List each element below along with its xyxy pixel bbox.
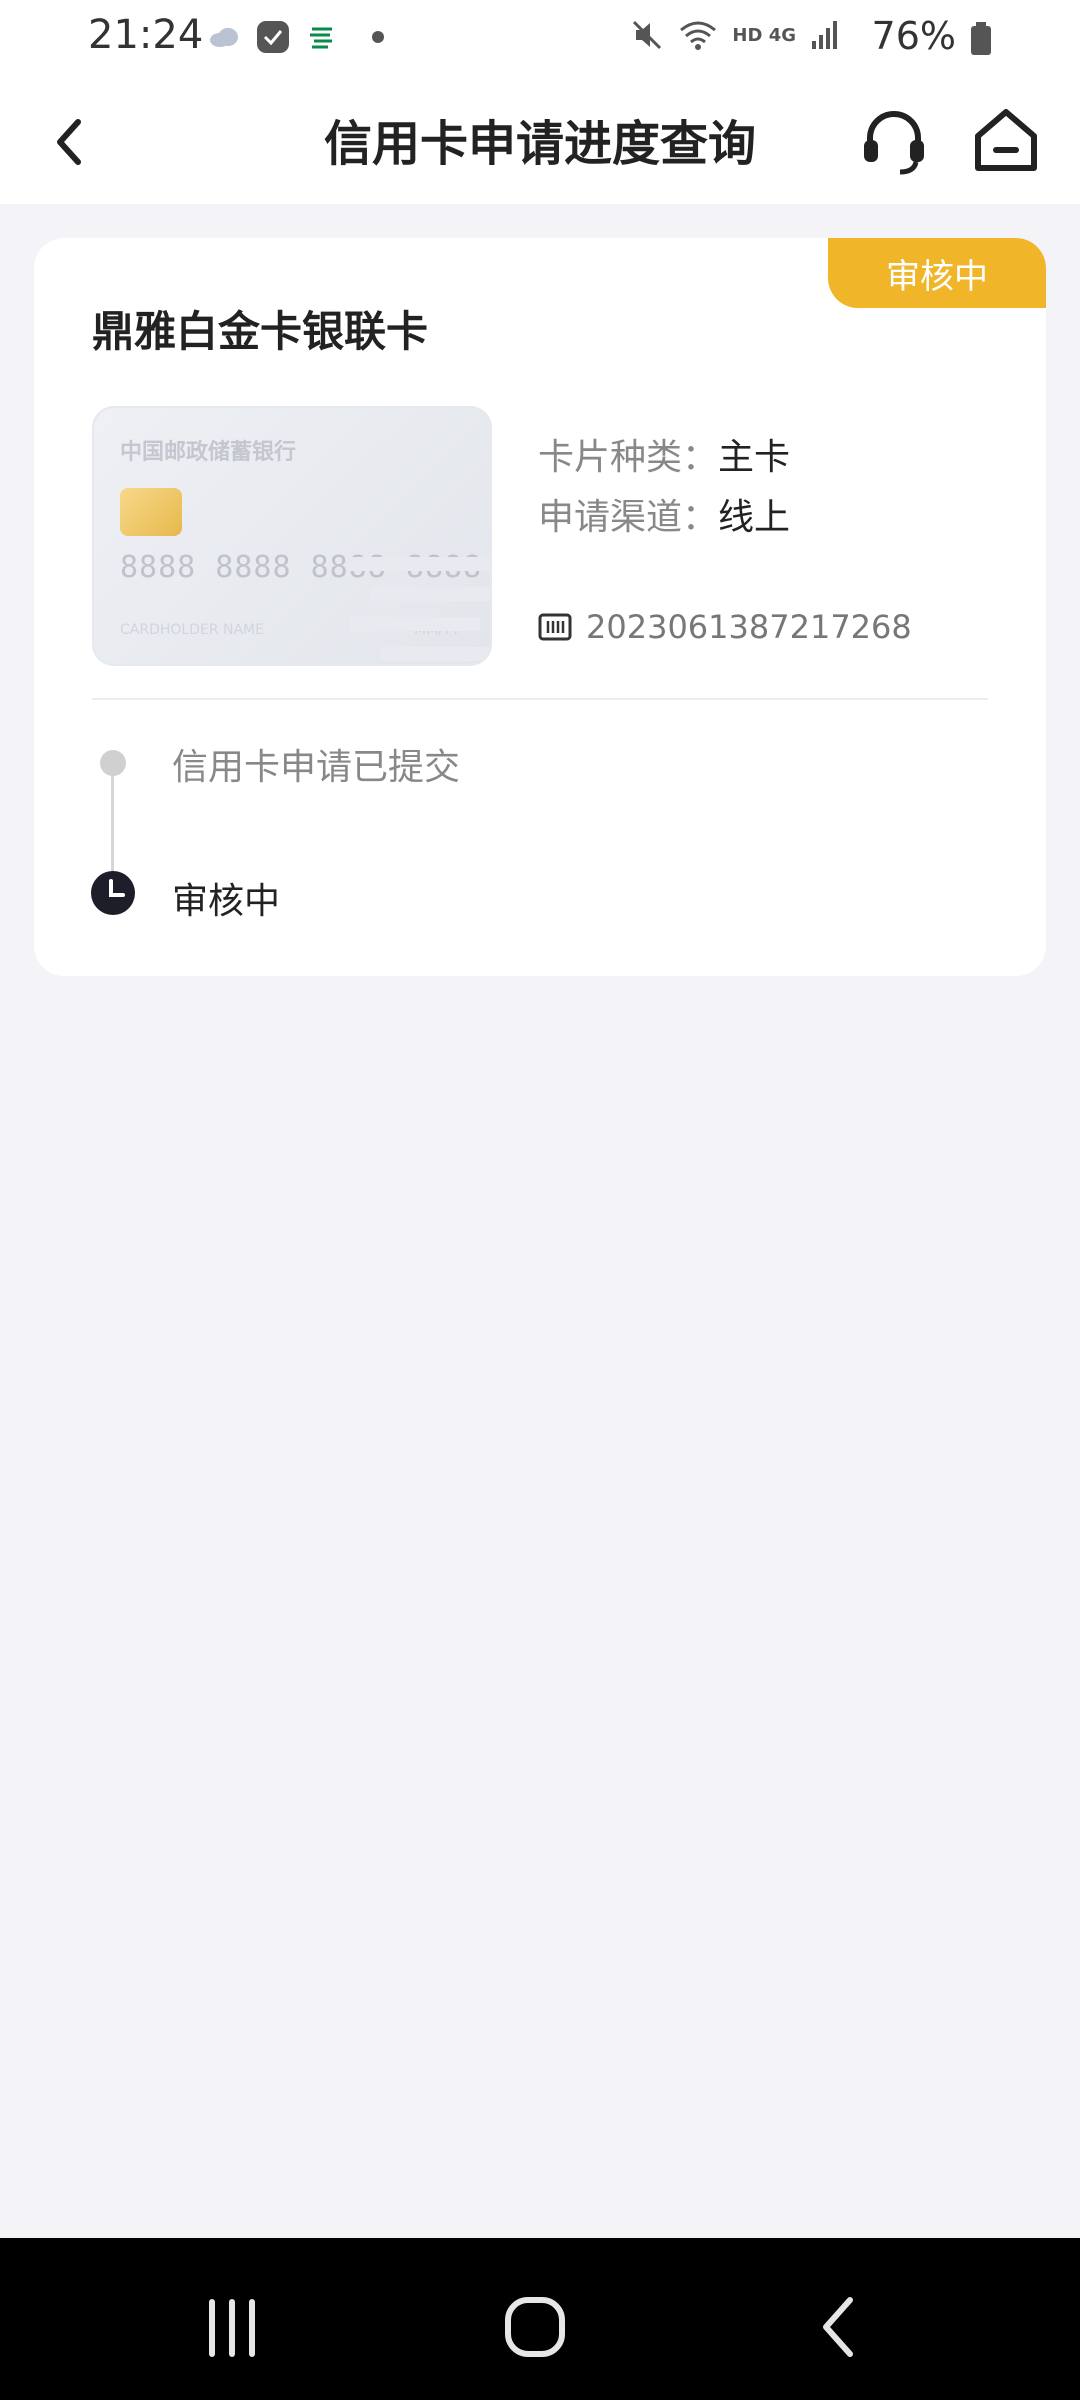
battery-icon <box>971 22 991 55</box>
status-time: 21:24 <box>88 12 204 58</box>
wifi-icon <box>680 21 717 50</box>
signal-icon <box>812 21 837 49</box>
card-bank-name: 中国邮政储蓄银行 <box>120 440 297 465</box>
network-type: HD 4G <box>732 24 796 46</box>
home-circle-icon[interactable] <box>504 2294 566 2360</box>
headset-icon[interactable] <box>856 102 932 178</box>
card-product-name: 鼎雅白金卡银联卡 <box>92 307 429 356</box>
system-nav-bar <box>0 2238 1080 2400</box>
home-icon[interactable] <box>968 102 1044 178</box>
mute-icon <box>633 20 662 50</box>
status-badge: 审核中 <box>828 238 1046 308</box>
timeline-step-submitted: 信用卡申请已提交 <box>172 747 461 788</box>
bank-logo-icon <box>310 27 332 49</box>
status-left-icons <box>208 20 390 54</box>
status-right-icons: HD 4G <box>630 18 840 52</box>
credit-card-image: 中国邮政储蓄银行 8888 8888 8888 8888 CARDHOLDER … <box>92 406 492 666</box>
dot-icon <box>372 31 384 43</box>
application-number-row: 2023061387217268 <box>538 608 912 646</box>
application-number: 2023061387217268 <box>586 608 912 646</box>
recents-icon[interactable] <box>204 2298 260 2358</box>
clock-icon <box>91 871 135 915</box>
card-type-value: 主卡 <box>718 437 791 478</box>
card-type-row: 卡片种类：主卡 <box>538 428 790 480</box>
header: 信用卡申请进度查询 <box>0 76 1080 204</box>
card-chip-icon <box>120 488 182 536</box>
battery-level: 76% <box>871 14 956 58</box>
application-card[interactable]: 审核中 鼎雅白金卡银联卡 中国邮政储蓄银行 8888 8888 8888 888… <box>34 238 1046 976</box>
app-check-icon <box>257 21 289 53</box>
channel-row: 申请渠道：线上 <box>538 488 790 540</box>
divider <box>92 698 988 700</box>
card-decoration-icon <box>350 557 490 661</box>
card-type-label: 卡片种类： <box>538 437 719 478</box>
status-bar: 21:24 HD 4G 76% <box>0 0 1080 76</box>
timeline-dot-icon <box>100 750 126 776</box>
channel-label: 申请渠道： <box>538 497 719 538</box>
nav-back-icon[interactable] <box>816 2294 860 2360</box>
barcode-icon <box>538 613 572 641</box>
card-holder: CARDHOLDER NAME <box>120 622 264 638</box>
channel-value: 线上 <box>718 497 791 538</box>
timeline-step-reviewing: 审核中 <box>172 881 281 922</box>
cloud-icon <box>210 28 238 47</box>
